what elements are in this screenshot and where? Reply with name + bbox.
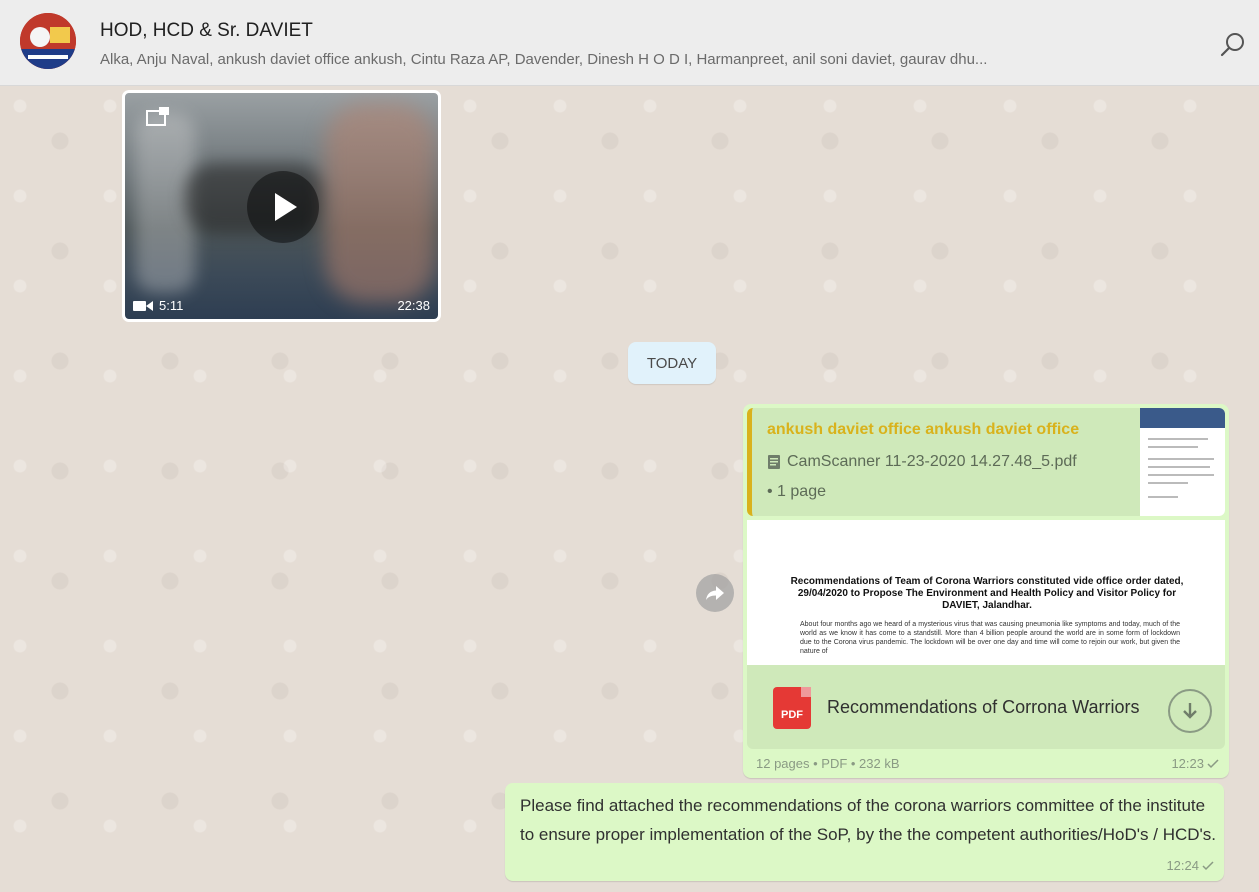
forward-icon: [706, 586, 724, 600]
play-icon: [275, 193, 297, 221]
text-message[interactable]: Please find attached the recommendations…: [505, 783, 1224, 881]
quoted-message[interactable]: ankush daviet office ankush daviet offic…: [747, 408, 1225, 516]
download-button[interactable]: [1168, 689, 1212, 733]
document-file-row[interactable]: PDF Recommendations of Corrona Warriors: [747, 665, 1225, 749]
video-camera-icon: [133, 300, 153, 311]
day-separator: TODAY: [628, 342, 716, 384]
sent-check-icon: [1202, 860, 1214, 870]
quoted-document-thumbnail: [1140, 408, 1225, 516]
video-message[interactable]: 5:11 22:38: [122, 90, 441, 322]
quoted-author: ankush daviet office ankush daviet offic…: [767, 421, 1080, 438]
chat-header: HOD, HCD & Sr. DAVIET Alka, Anju Naval, …: [0, 0, 1259, 86]
video-thumbnail-blur: [325, 103, 435, 303]
search-icon[interactable]: [1218, 30, 1248, 60]
open-external-icon[interactable]: [145, 105, 173, 129]
document-preview[interactable]: Recommendations of Team of Corona Warrio…: [747, 520, 1225, 665]
message-timestamp: 12:24: [1166, 858, 1214, 873]
download-arrow-icon: [1183, 703, 1197, 719]
video-timestamp: 22:38: [397, 298, 430, 313]
preview-body: About four months ago we heard of a myst…: [800, 621, 1180, 655]
chat-members-list[interactable]: Alka, Anju Naval, ankush daviet office a…: [100, 51, 1180, 68]
message-text: Please find attached the recommendations…: [520, 796, 1216, 844]
pdf-icon: PDF: [773, 687, 811, 729]
play-button[interactable]: [247, 171, 319, 243]
quoted-file-name: CamScanner 11-23-2020 14.27.48_5.pdf: [787, 453, 1077, 470]
video-duration: 5:11: [133, 298, 183, 313]
group-avatar-icon[interactable]: [20, 13, 76, 69]
document-timestamp: 12:23: [1171, 756, 1219, 771]
sent-check-icon: [1207, 758, 1219, 768]
video-duration-label: 5:11: [159, 298, 184, 313]
chat-area[interactable]: 5:11 22:38 TODAY ankush daviet office an…: [0, 86, 1259, 892]
quoted-page-count: • 1 page: [767, 483, 826, 500]
document-icon: [768, 455, 780, 469]
pdf-icon-label: PDF: [781, 709, 803, 721]
quoted-file: CamScanner 11-23-2020 14.27.48_5.pdf: [767, 453, 1077, 471]
message-time: 12:24: [1166, 858, 1199, 873]
document-message[interactable]: ankush daviet office ankush daviet offic…: [743, 404, 1229, 778]
preview-title: Recommendations of Team of Corona Warrio…: [790, 576, 1184, 611]
document-name: Recommendations of Corrona Warriors: [827, 697, 1140, 717]
document-time: 12:23: [1171, 756, 1204, 771]
forward-button[interactable]: [696, 574, 734, 612]
chat-title[interactable]: HOD, HCD & Sr. DAVIET: [100, 20, 313, 42]
document-meta: 12 pages • PDF • 232 kB: [756, 756, 900, 771]
